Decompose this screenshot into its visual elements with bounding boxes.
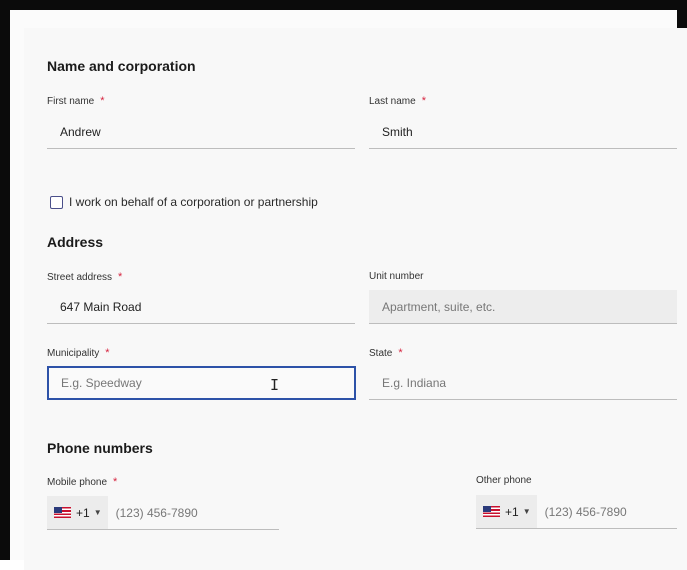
us-flag-icon xyxy=(54,507,71,518)
other-country-code: +1 xyxy=(505,504,519,519)
text-cursor-icon: I xyxy=(270,376,280,394)
unit-number-label: Unit number xyxy=(369,271,424,282)
corporation-checkbox-label: I work on behalf of a corporation or par… xyxy=(69,195,318,209)
street-address-label: Street address * xyxy=(47,271,123,283)
last-name-label: Last name * xyxy=(369,95,426,107)
mobile-country-select[interactable]: +1 ▼ xyxy=(47,496,108,529)
caret-down-icon: ▼ xyxy=(93,508,102,517)
other-country-select[interactable]: +1 ▼ xyxy=(476,495,537,528)
other-phone-label: Other phone xyxy=(476,475,532,486)
other-phone-field: +1 ▼ (123) 456-7890 xyxy=(476,495,677,529)
caret-down-icon: ▼ xyxy=(522,507,531,516)
last-name-input[interactable] xyxy=(369,115,677,149)
unit-number-input[interactable] xyxy=(369,290,677,324)
state-input[interactable] xyxy=(369,366,677,400)
municipality-label: Municipality * xyxy=(47,347,110,359)
corporation-option[interactable]: I work on behalf of a corporation or par… xyxy=(50,195,318,209)
other-phone-input[interactable]: (123) 456-7890 xyxy=(537,505,627,519)
required-mark: * xyxy=(398,347,403,359)
required-mark: * xyxy=(118,271,123,283)
screenshot-frame: Name and corporation First name* Last na… xyxy=(0,0,687,570)
required-mark: * xyxy=(105,347,110,359)
required-mark: * xyxy=(113,476,118,488)
corporation-checkbox[interactable] xyxy=(50,195,63,209)
contact-form: Name and corporation First name* Last na… xyxy=(24,28,687,570)
mobile-phone-input[interactable]: (123) 456-7890 xyxy=(108,506,198,520)
required-mark: * xyxy=(100,95,105,107)
section-title-address: Address xyxy=(47,234,104,250)
required-mark: * xyxy=(421,95,426,107)
mobile-phone-label: Mobile phone * xyxy=(47,476,118,488)
us-flag-icon xyxy=(483,506,500,517)
first-name-label: First name * xyxy=(47,95,105,107)
section-title-name: Name and corporation xyxy=(47,58,196,74)
section-title-phones: Phone numbers xyxy=(47,440,153,456)
first-name-input[interactable] xyxy=(47,115,355,149)
mobile-phone-field: +1 ▼ (123) 456-7890 xyxy=(47,496,279,530)
municipality-input[interactable] xyxy=(47,366,356,400)
state-label: State * xyxy=(369,347,403,359)
street-address-input[interactable] xyxy=(47,290,355,324)
mobile-country-code: +1 xyxy=(76,505,90,520)
